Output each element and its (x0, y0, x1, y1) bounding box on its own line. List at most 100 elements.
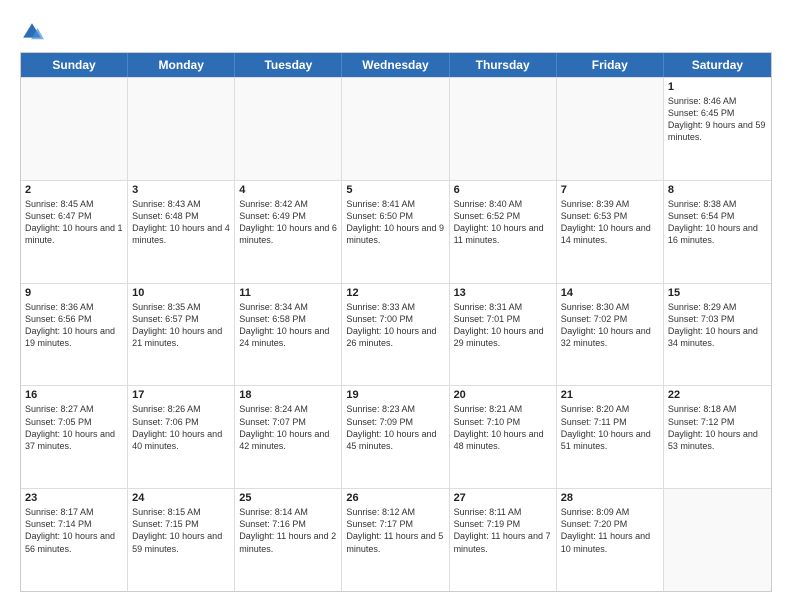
day-number: 26 (346, 492, 444, 504)
day-info: Sunrise: 8:18 AM Sunset: 7:12 PM Dayligh… (668, 403, 767, 452)
day-number: 15 (668, 287, 767, 299)
calendar-row-2: 9 Sunrise: 8:36 AM Sunset: 6:56 PM Daylig… (21, 283, 771, 386)
day-number: 18 (239, 389, 337, 401)
day-info: Sunrise: 8:15 AM Sunset: 7:15 PM Dayligh… (132, 506, 230, 555)
day-number: 4 (239, 184, 337, 196)
calendar-day-12: 12 Sunrise: 8:33 AM Sunset: 7:00 PM Dayli… (342, 284, 449, 386)
calendar-day-17: 17 Sunrise: 8:26 AM Sunset: 7:06 PM Dayli… (128, 386, 235, 488)
day-info: Sunrise: 8:20 AM Sunset: 7:11 PM Dayligh… (561, 403, 659, 452)
day-number: 9 (25, 287, 123, 299)
day-info: Sunrise: 8:21 AM Sunset: 7:10 PM Dayligh… (454, 403, 552, 452)
header-day-sunday: Sunday (21, 53, 128, 77)
calendar: SundayMondayTuesdayWednesdayThursdayFrid… (20, 52, 772, 592)
day-number: 23 (25, 492, 123, 504)
calendar-day-empty-0-1 (128, 78, 235, 180)
day-info: Sunrise: 8:24 AM Sunset: 7:07 PM Dayligh… (239, 403, 337, 452)
calendar-day-empty-0-3 (342, 78, 449, 180)
calendar-day-11: 11 Sunrise: 8:34 AM Sunset: 6:58 PM Dayli… (235, 284, 342, 386)
day-number: 11 (239, 287, 337, 299)
header-day-friday: Friday (557, 53, 664, 77)
day-number: 24 (132, 492, 230, 504)
calendar-day-25: 25 Sunrise: 8:14 AM Sunset: 7:16 PM Dayli… (235, 489, 342, 591)
day-number: 10 (132, 287, 230, 299)
header-day-tuesday: Tuesday (235, 53, 342, 77)
day-info: Sunrise: 8:35 AM Sunset: 6:57 PM Dayligh… (132, 301, 230, 350)
day-info: Sunrise: 8:11 AM Sunset: 7:19 PM Dayligh… (454, 506, 552, 555)
calendar-day-7: 7 Sunrise: 8:39 AM Sunset: 6:53 PM Daylig… (557, 181, 664, 283)
day-info: Sunrise: 8:31 AM Sunset: 7:01 PM Dayligh… (454, 301, 552, 350)
day-info: Sunrise: 8:27 AM Sunset: 7:05 PM Dayligh… (25, 403, 123, 452)
calendar-body: 1Sunrise: 8:46 AM Sunset: 6:45 PM Daylig… (21, 77, 771, 591)
day-info: Sunrise: 8:12 AM Sunset: 7:17 PM Dayligh… (346, 506, 444, 555)
day-number: 12 (346, 287, 444, 299)
calendar-day-23: 23 Sunrise: 8:17 AM Sunset: 7:14 PM Dayli… (21, 489, 128, 591)
header-day-saturday: Saturday (664, 53, 771, 77)
day-info: Sunrise: 8:43 AM Sunset: 6:48 PM Dayligh… (132, 198, 230, 247)
logo (20, 20, 48, 44)
day-number: 1 (668, 81, 767, 93)
day-info: Sunrise: 8:26 AM Sunset: 7:06 PM Dayligh… (132, 403, 230, 452)
day-number: 28 (561, 492, 659, 504)
header-day-monday: Monday (128, 53, 235, 77)
day-number: 19 (346, 389, 444, 401)
day-info: Sunrise: 8:41 AM Sunset: 6:50 PM Dayligh… (346, 198, 444, 247)
day-number: 7 (561, 184, 659, 196)
calendar-day-21: 21 Sunrise: 8:20 AM Sunset: 7:11 PM Dayli… (557, 386, 664, 488)
calendar-day-19: 19 Sunrise: 8:23 AM Sunset: 7:09 PM Dayli… (342, 386, 449, 488)
day-info: Sunrise: 8:29 AM Sunset: 7:03 PM Dayligh… (668, 301, 767, 350)
day-info: Sunrise: 8:33 AM Sunset: 7:00 PM Dayligh… (346, 301, 444, 350)
day-info: Sunrise: 8:14 AM Sunset: 7:16 PM Dayligh… (239, 506, 337, 555)
day-info: Sunrise: 8:42 AM Sunset: 6:49 PM Dayligh… (239, 198, 337, 247)
calendar-day-27: 27Sunrise: 8:11 AM Sunset: 7:19 PM Dayli… (450, 489, 557, 591)
calendar-day-28: 28 Sunrise: 8:09 AM Sunset: 7:20 PM Dayli… (557, 489, 664, 591)
calendar-row-3: 16Sunrise: 8:27 AM Sunset: 7:05 PM Dayli… (21, 385, 771, 488)
day-number: 2 (25, 184, 123, 196)
calendar-day-15: 15 Sunrise: 8:29 AM Sunset: 7:03 PM Dayli… (664, 284, 771, 386)
day-info: Sunrise: 8:45 AM Sunset: 6:47 PM Dayligh… (25, 198, 123, 247)
day-number: 3 (132, 184, 230, 196)
day-number: 8 (668, 184, 767, 196)
day-info: Sunrise: 8:38 AM Sunset: 6:54 PM Dayligh… (668, 198, 767, 247)
day-info: Sunrise: 8:36 AM Sunset: 6:56 PM Dayligh… (25, 301, 123, 350)
day-number: 14 (561, 287, 659, 299)
calendar-day-16: 16Sunrise: 8:27 AM Sunset: 7:05 PM Dayli… (21, 386, 128, 488)
calendar-header: SundayMondayTuesdayWednesdayThursdayFrid… (21, 53, 771, 77)
calendar-day-8: 8 Sunrise: 8:38 AM Sunset: 6:54 PM Daylig… (664, 181, 771, 283)
day-number: 21 (561, 389, 659, 401)
calendar-row-0: 1Sunrise: 8:46 AM Sunset: 6:45 PM Daylig… (21, 77, 771, 180)
day-info: Sunrise: 8:40 AM Sunset: 6:52 PM Dayligh… (454, 198, 552, 247)
day-info: Sunrise: 8:34 AM Sunset: 6:58 PM Dayligh… (239, 301, 337, 350)
calendar-day-24: 24 Sunrise: 8:15 AM Sunset: 7:15 PM Dayli… (128, 489, 235, 591)
calendar-day-22: 22 Sunrise: 8:18 AM Sunset: 7:12 PM Dayli… (664, 386, 771, 488)
day-number: 20 (454, 389, 552, 401)
calendar-day-empty-4-6 (664, 489, 771, 591)
calendar-day-empty-0-0 (21, 78, 128, 180)
calendar-day-empty-0-4 (450, 78, 557, 180)
page: SundayMondayTuesdayWednesdayThursdayFrid… (0, 0, 792, 612)
calendar-day-2: 2 Sunrise: 8:45 AM Sunset: 6:47 PM Daylig… (21, 181, 128, 283)
calendar-day-6: 6 Sunrise: 8:40 AM Sunset: 6:52 PM Daylig… (450, 181, 557, 283)
day-info: Sunrise: 8:23 AM Sunset: 7:09 PM Dayligh… (346, 403, 444, 452)
header (20, 20, 772, 44)
logo-icon (20, 20, 44, 44)
day-number: 6 (454, 184, 552, 196)
calendar-day-5: 5Sunrise: 8:41 AM Sunset: 6:50 PM Daylig… (342, 181, 449, 283)
header-day-thursday: Thursday (450, 53, 557, 77)
calendar-day-26: 26 Sunrise: 8:12 AM Sunset: 7:17 PM Dayli… (342, 489, 449, 591)
calendar-day-14: 14Sunrise: 8:30 AM Sunset: 7:02 PM Dayli… (557, 284, 664, 386)
calendar-day-20: 20 Sunrise: 8:21 AM Sunset: 7:10 PM Dayli… (450, 386, 557, 488)
calendar-day-4: 4 Sunrise: 8:42 AM Sunset: 6:49 PM Daylig… (235, 181, 342, 283)
day-info: Sunrise: 8:09 AM Sunset: 7:20 PM Dayligh… (561, 506, 659, 555)
day-number: 25 (239, 492, 337, 504)
day-number: 22 (668, 389, 767, 401)
calendar-day-10: 10 Sunrise: 8:35 AM Sunset: 6:57 PM Dayli… (128, 284, 235, 386)
day-number: 13 (454, 287, 552, 299)
day-info: Sunrise: 8:39 AM Sunset: 6:53 PM Dayligh… (561, 198, 659, 247)
day-info: Sunrise: 8:17 AM Sunset: 7:14 PM Dayligh… (25, 506, 123, 555)
header-day-wednesday: Wednesday (342, 53, 449, 77)
calendar-day-1: 1Sunrise: 8:46 AM Sunset: 6:45 PM Daylig… (664, 78, 771, 180)
day-number: 17 (132, 389, 230, 401)
calendar-day-empty-0-2 (235, 78, 342, 180)
calendar-row-4: 23 Sunrise: 8:17 AM Sunset: 7:14 PM Dayli… (21, 488, 771, 591)
calendar-day-18: 18 Sunrise: 8:24 AM Sunset: 7:07 PM Dayli… (235, 386, 342, 488)
